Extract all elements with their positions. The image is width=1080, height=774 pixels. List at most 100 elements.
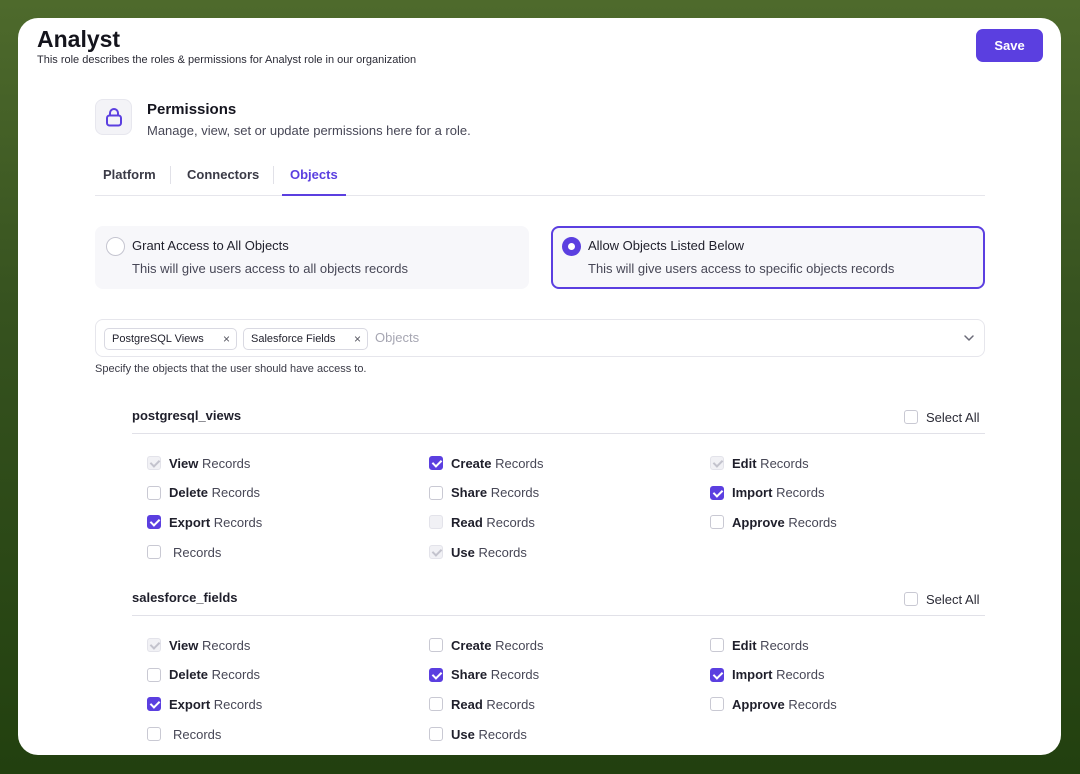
option-subtitle: This will give users access to all objec… — [132, 261, 408, 276]
permission-suffix: Records — [491, 637, 544, 653]
checkbox[interactable] — [710, 697, 724, 712]
checkbox — [710, 456, 724, 470]
permission-suffix: Records — [491, 455, 544, 471]
permission-label: Use Records — [451, 727, 527, 742]
permission-suffix: Records — [474, 544, 527, 560]
permission-approve-records[interactable]: Approve Records — [710, 695, 837, 713]
permission-label: Read Records — [451, 697, 535, 712]
checkbox[interactable] — [429, 485, 443, 500]
permission-label: Read Records — [451, 515, 535, 530]
permission-view-records[interactable]: View Records — [147, 454, 250, 472]
permission-action: View — [169, 637, 199, 653]
permission-action: Export — [169, 514, 211, 530]
permission-suffix: Records — [482, 514, 535, 530]
permission-create-records[interactable]: Create Records — [429, 636, 544, 654]
checkbox[interactable] — [710, 667, 724, 682]
permission-suffix: Records — [198, 637, 251, 653]
grant-all-objects-option[interactable]: Grant Access to All Objects This will gi… — [95, 226, 529, 289]
permission-suffix: Records — [784, 696, 837, 712]
checkbox[interactable] — [429, 456, 443, 470]
permission-label: View Records — [169, 456, 250, 471]
permission-label: Export Records — [169, 697, 262, 712]
select-all-checkbox[interactable]: Select All — [904, 591, 979, 607]
checkbox[interactable] — [904, 410, 918, 424]
permission-label: Import Records — [732, 667, 824, 682]
permission-approve-records[interactable]: Approve Records — [710, 513, 837, 531]
select-all-checkbox[interactable]: Select All — [904, 409, 979, 425]
permission-label: Records — [173, 545, 221, 560]
permission-action: Import — [732, 485, 773, 501]
permission-suffix: Records — [198, 455, 251, 471]
checkbox[interactable] — [147, 545, 161, 560]
select-all-label: Select All — [926, 409, 980, 425]
permission-suffix: Records — [784, 514, 837, 530]
permission-import-records[interactable]: Import Records — [710, 666, 824, 684]
tab-platform[interactable]: Platform — [95, 158, 164, 196]
permission-action: Read — [451, 696, 483, 712]
grant-all-radio[interactable] — [106, 237, 125, 256]
permission-suffix: Records — [487, 485, 540, 501]
checkbox[interactable] — [904, 592, 918, 606]
permission-share-records[interactable]: Share Records — [429, 666, 539, 684]
allow-listed-radio[interactable] — [562, 237, 581, 256]
checkbox[interactable] — [147, 515, 161, 530]
permission-action: Approve — [732, 696, 785, 712]
permission-use-records[interactable]: Use Records — [429, 725, 527, 743]
objects-multiselect[interactable]: PostgreSQL Views × Salesforce Fields × O… — [95, 319, 985, 357]
permission-label: View Records — [169, 638, 250, 653]
section-divider — [132, 433, 985, 434]
permission-suffix: Records — [482, 696, 535, 712]
checkbox[interactable] — [710, 638, 724, 652]
permission-use-records[interactable]: Use Records — [429, 543, 527, 561]
permission-label: Approve Records — [732, 697, 837, 712]
chip-salesforce-fields: Salesforce Fields × — [243, 328, 368, 350]
checkbox[interactable] — [429, 638, 443, 652]
checkbox[interactable] — [147, 727, 161, 742]
permission-export-records[interactable]: Export Records — [147, 513, 262, 531]
checkbox[interactable] — [147, 485, 161, 500]
tab-divider — [273, 166, 274, 184]
save-button[interactable]: Save — [976, 29, 1043, 62]
permission-records-records[interactable]: Records — [147, 725, 221, 743]
checkbox[interactable] — [429, 667, 443, 682]
permission-delete-records[interactable]: Delete Records — [147, 484, 260, 502]
permission-records-records[interactable]: Records — [147, 543, 221, 561]
permission-export-records[interactable]: Export Records — [147, 695, 262, 713]
permission-delete-records[interactable]: Delete Records — [147, 666, 260, 684]
permission-read-records[interactable]: Read Records — [429, 513, 535, 531]
objects-input-placeholder[interactable]: Objects — [375, 330, 419, 345]
permission-action: View — [169, 455, 199, 471]
tab-objects[interactable]: Objects — [282, 158, 346, 196]
permission-tabs: Platform Connectors Objects — [95, 158, 985, 196]
permission-edit-records[interactable]: Edit Records — [710, 636, 809, 654]
checkbox[interactable] — [429, 697, 443, 712]
checkbox[interactable] — [147, 667, 161, 682]
checkbox[interactable] — [710, 485, 724, 500]
chevron-down-icon[interactable] — [963, 332, 975, 344]
permission-label: Records — [173, 727, 221, 742]
permission-create-records[interactable]: Create Records — [429, 454, 544, 472]
chip-remove-icon[interactable]: × — [223, 329, 230, 349]
checkbox[interactable] — [429, 727, 443, 742]
checkbox[interactable] — [710, 515, 724, 530]
permission-action: Create — [451, 637, 492, 653]
permission-view-records[interactable]: View Records — [147, 636, 250, 654]
permission-action: Edit — [732, 455, 757, 471]
checkbox[interactable] — [147, 697, 161, 712]
permission-suffix: Records — [210, 514, 263, 530]
permission-label: Import Records — [732, 485, 824, 500]
chip-remove-icon[interactable]: × — [354, 329, 361, 349]
allow-listed-objects-option[interactable]: Allow Objects Listed Below This will giv… — [551, 226, 985, 289]
section-title: salesforce_fields — [132, 590, 238, 605]
permission-share-records[interactable]: Share Records — [429, 484, 539, 502]
permission-import-records[interactable]: Import Records — [710, 484, 824, 502]
permission-read-records[interactable]: Read Records — [429, 695, 535, 713]
permission-action: Share — [451, 485, 488, 501]
permission-suffix: Records — [208, 485, 261, 501]
permission-edit-records[interactable]: Edit Records — [710, 454, 809, 472]
tab-connectors[interactable]: Connectors — [179, 158, 267, 196]
option-title: Grant Access to All Objects — [132, 238, 289, 253]
select-all-label: Select All — [926, 591, 980, 607]
permission-label: Delete Records — [169, 667, 260, 682]
permission-label: Edit Records — [732, 638, 809, 653]
